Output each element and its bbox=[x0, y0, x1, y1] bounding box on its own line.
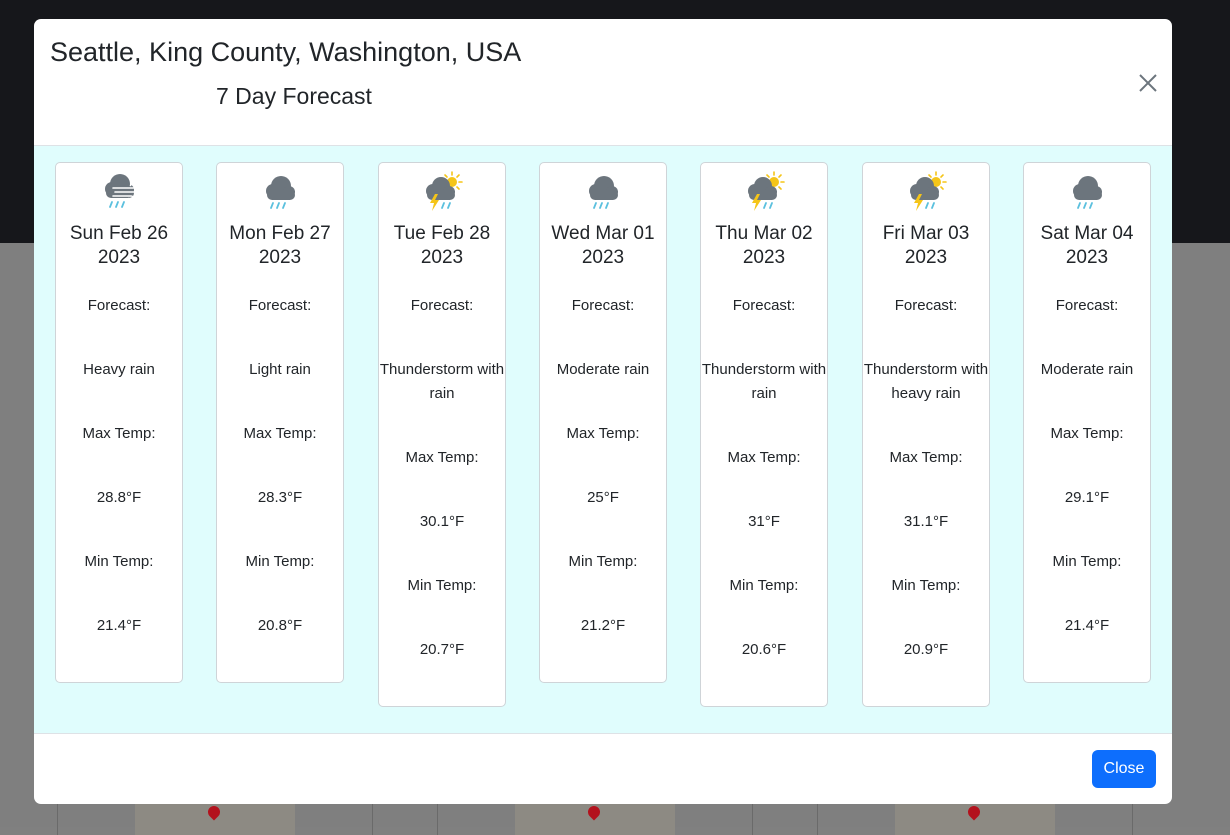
max-temp-value: 28.8°F bbox=[96, 489, 142, 506]
forecast-label: Forecast: bbox=[732, 297, 796, 314]
min-temp-label: Min Temp: bbox=[729, 577, 799, 594]
max-temp-label: Max Temp: bbox=[243, 425, 317, 442]
year-label: 2023 bbox=[420, 247, 464, 268]
max-temp-value: 25°F bbox=[587, 489, 619, 506]
thunderstorm-sun-icon bbox=[426, 171, 463, 211]
thunderstorm-sun-icon bbox=[748, 171, 785, 211]
year-label: 2023 bbox=[97, 247, 141, 268]
wind-rain-icon bbox=[105, 174, 138, 208]
date-label: Sat Mar 04 bbox=[1040, 223, 1134, 244]
max-temp-label: Max Temp: bbox=[1050, 425, 1124, 442]
date-label: Wed Mar 01 bbox=[551, 223, 655, 244]
forecast-date: Thu Mar 02 2023 bbox=[701, 222, 827, 270]
min-temp-value: 21.2°F bbox=[580, 617, 626, 634]
max-temp-label: Max Temp: bbox=[727, 449, 801, 466]
thunderstorm-sun-icon bbox=[910, 171, 947, 211]
min-temp-label: Min Temp: bbox=[245, 553, 315, 570]
date-label: Sun Feb 26 bbox=[69, 223, 169, 244]
forecast-label: Forecast: bbox=[1055, 297, 1119, 314]
year-label: 2023 bbox=[904, 247, 948, 268]
forecast-condition: Heavy rain bbox=[83, 361, 155, 378]
forecast-date: Sun Feb 26 2023 bbox=[56, 222, 182, 270]
cloud-rain-icon bbox=[1073, 176, 1102, 209]
max-temp-label: Max Temp: bbox=[405, 449, 479, 466]
cloud-rain-icon bbox=[589, 176, 618, 209]
forecast-date: Wed Mar 01 2023 bbox=[540, 222, 666, 270]
forecast-label: Forecast: bbox=[410, 297, 474, 314]
date-label: Thu Mar 02 bbox=[715, 223, 813, 244]
forecast-label: Forecast: bbox=[894, 297, 958, 314]
forecast-label: Forecast: bbox=[87, 297, 151, 314]
min-temp-value: 21.4°F bbox=[1064, 617, 1110, 634]
forecast-date: Tue Feb 28 2023 bbox=[379, 222, 505, 270]
forecast-date: Mon Feb 27 2023 bbox=[217, 222, 343, 270]
forecast-condition: Thunderstorm with rain bbox=[379, 361, 505, 402]
year-label: 2023 bbox=[1065, 247, 1109, 268]
max-temp-value: 31°F bbox=[748, 513, 780, 530]
min-temp-value: 20.6°F bbox=[741, 641, 787, 658]
forecast-card: Tue Feb 28 2023 Forecast: Thunderstorm wi… bbox=[378, 162, 506, 707]
forecast-date: Fri Mar 03 2023 bbox=[863, 222, 989, 270]
forecast-label: Forecast: bbox=[571, 297, 635, 314]
modal-footer: Close bbox=[34, 734, 1172, 804]
year-label: 2023 bbox=[258, 247, 302, 268]
max-temp-label: Max Temp: bbox=[82, 425, 156, 442]
max-temp-label: Max Temp: bbox=[889, 449, 963, 466]
date-label: Mon Feb 27 bbox=[229, 223, 331, 244]
forecast-condition: Moderate rain bbox=[1040, 361, 1134, 378]
min-temp-value: 20.9°F bbox=[903, 641, 949, 658]
forecast-card: Sun Feb 26 2023 Forecast: Heavy rain Max … bbox=[55, 162, 183, 683]
min-temp-label: Min Temp: bbox=[568, 553, 638, 570]
forecast-card: Sat Mar 04 2023 Forecast: Moderate rain M… bbox=[1023, 162, 1151, 683]
forecast-card: Wed Mar 01 2023 Forecast: Moderate rain M… bbox=[539, 162, 667, 683]
min-temp-label: Min Temp: bbox=[407, 577, 477, 594]
forecast-condition: Thunderstorm with rain bbox=[701, 361, 827, 402]
min-temp-label: Min Temp: bbox=[1052, 553, 1122, 570]
date-label: Fri Mar 03 bbox=[882, 223, 970, 244]
year-label: 2023 bbox=[742, 247, 786, 268]
forecast-condition: Moderate rain bbox=[556, 361, 650, 378]
forecast-condition: Thunderstorm with heavy rain bbox=[863, 361, 989, 402]
forecast-date: Sat Mar 04 2023 bbox=[1024, 222, 1150, 270]
min-temp-label: Min Temp: bbox=[891, 577, 961, 594]
cloud-rain-icon bbox=[266, 176, 295, 209]
max-temp-value: 30.1°F bbox=[419, 513, 465, 530]
min-temp-label: Min Temp: bbox=[84, 553, 154, 570]
max-temp-value: 31.1°F bbox=[903, 513, 949, 530]
max-temp-value: 29.1°F bbox=[1064, 489, 1110, 506]
year-label: 2023 bbox=[581, 247, 625, 268]
forecast-card: Thu Mar 02 2023 Forecast: Thunderstorm wi… bbox=[700, 162, 828, 707]
close-icon[interactable] bbox=[1136, 71, 1160, 95]
min-temp-value: 21.4°F bbox=[96, 617, 142, 634]
modal-subtitle: 7 Day Forecast bbox=[216, 83, 372, 109]
modal-title: Seattle, King County, Washington, USA bbox=[50, 37, 522, 67]
forecast-label: Forecast: bbox=[248, 297, 312, 314]
min-temp-value: 20.7°F bbox=[419, 641, 465, 658]
forecast-modal: Seattle, King County, Washington, USA 7 … bbox=[34, 19, 1172, 804]
date-label: Tue Feb 28 bbox=[393, 223, 491, 244]
modal-header: Seattle, King County, Washington, USA 7 … bbox=[34, 19, 1172, 146]
forecast-card: Fri Mar 03 2023 Forecast: Thunderstorm wi… bbox=[862, 162, 990, 707]
forecast-list: Sun Feb 26 2023 Forecast: Heavy rain Max … bbox=[34, 146, 1172, 734]
max-temp-label: Max Temp: bbox=[566, 425, 640, 442]
max-temp-value: 28.3°F bbox=[257, 489, 303, 506]
close-button[interactable]: Close bbox=[1092, 750, 1156, 788]
min-temp-value: 20.8°F bbox=[257, 617, 303, 634]
forecast-card: Mon Feb 27 2023 Forecast: Light rain Max … bbox=[216, 162, 344, 683]
forecast-condition: Light rain bbox=[249, 361, 311, 378]
